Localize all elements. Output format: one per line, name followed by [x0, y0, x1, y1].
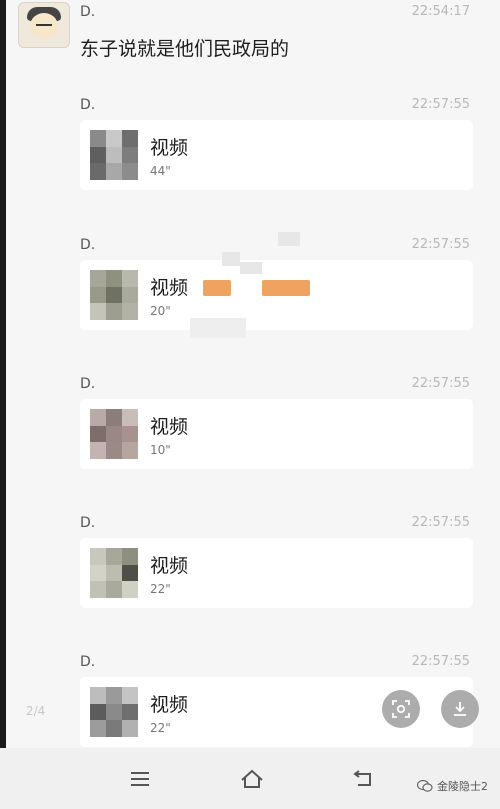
avatar[interactable]: [18, 2, 70, 48]
sender-name: D.: [80, 376, 96, 392]
sender-name: D.: [80, 515, 96, 531]
home-icon: [241, 769, 263, 788]
watermark: 金陵隐士2: [417, 778, 488, 794]
video-duration: 22": [150, 721, 171, 735]
video-label: 视频: [150, 416, 189, 438]
back-button[interactable]: [345, 764, 381, 794]
video-message[interactable]: 视频 44": [80, 120, 473, 190]
video-label: 视频: [150, 555, 189, 577]
message-time: 22:57:55: [411, 97, 470, 112]
download-icon: [454, 702, 466, 716]
sender-name: D.: [80, 237, 96, 253]
message-time: 22:57:55: [411, 376, 470, 391]
video-thumbnail[interactable]: [90, 270, 138, 320]
video-label: 视频: [150, 694, 189, 716]
sender-name: D.: [80, 4, 96, 20]
redaction-mark: [203, 280, 231, 296]
message-time: 22:57:55: [411, 237, 470, 252]
video-label: 视频: [150, 277, 189, 299]
home-button[interactable]: [234, 764, 270, 794]
sender-name: D.: [80, 654, 96, 670]
video-message[interactable]: 视频 22": [80, 538, 473, 608]
video-message[interactable]: 视频 10": [80, 399, 473, 469]
pixelation-mark: [278, 232, 300, 246]
wechat-icon: [417, 779, 433, 792]
message-time: 22:54:17: [411, 4, 470, 19]
message-time: 22:57:55: [411, 654, 470, 669]
video-duration: 10": [150, 443, 171, 457]
video-duration: 20": [150, 304, 171, 318]
back-icon: [353, 770, 371, 786]
scan-button[interactable]: [382, 690, 420, 728]
menu-icon: [131, 772, 149, 786]
video-duration: 22": [150, 582, 171, 596]
video-thumbnail[interactable]: [90, 130, 138, 180]
video-thumbnail[interactable]: [90, 548, 138, 598]
pixelation-mark: [222, 252, 240, 266]
download-button[interactable]: [441, 690, 479, 728]
text-message[interactable]: 东子说就是他们民政局的: [80, 34, 289, 61]
redaction-mark: [262, 280, 310, 296]
pixelation-mark: [240, 262, 262, 274]
scan-icon: [392, 700, 410, 718]
video-label: 视频: [150, 137, 189, 159]
pixelation-mark: [190, 318, 246, 338]
watermark-text: 金陵隐士2: [437, 780, 488, 793]
message-time: 22:57:55: [411, 515, 470, 530]
page-indicator: 2/4: [26, 704, 46, 718]
menu-button[interactable]: [122, 764, 158, 794]
video-thumbnail[interactable]: [90, 687, 138, 737]
screen-edge: [0, 0, 6, 809]
video-duration: 44": [150, 164, 171, 178]
video-thumbnail[interactable]: [90, 409, 138, 459]
sender-name: D.: [80, 97, 96, 113]
